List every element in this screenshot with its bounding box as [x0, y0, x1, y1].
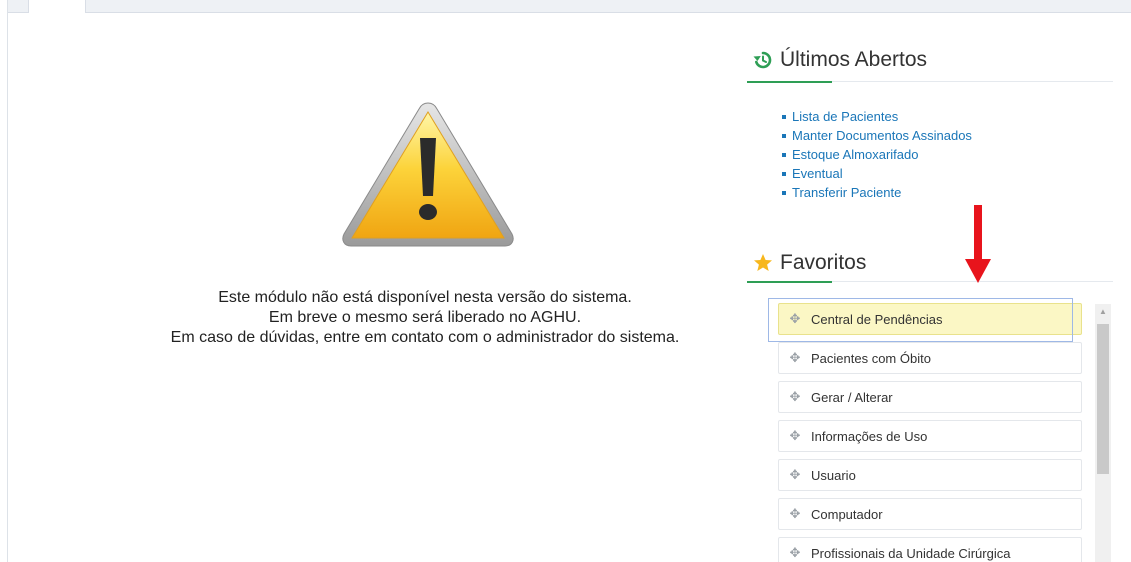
recent-divider [747, 81, 1113, 83]
favorites-scrollbar[interactable]: ▲ [1095, 304, 1111, 562]
favorite-item[interactable]: ✥ Usuario [778, 459, 1082, 491]
favorites-list[interactable]: ✥ Central de Pendências ✥ Pacientes com … [768, 298, 1118, 562]
focus-outline [768, 298, 1073, 342]
message-line-1: Este módulo não está disponível nesta ve… [218, 289, 632, 306]
drag-handle-icon[interactable]: ✥ [788, 389, 802, 404]
drag-handle-icon[interactable]: ✥ [788, 350, 802, 365]
drag-handle-icon[interactable]: ✥ [788, 545, 802, 560]
favorite-item[interactable]: ✥ Pacientes com Óbito [778, 342, 1082, 374]
recent-item[interactable]: Eventual [782, 164, 972, 183]
recent-section-title: Últimos Abertos [752, 48, 927, 72]
favorite-item-label: Informações de Uso [811, 428, 928, 444]
active-tab[interactable] [28, 0, 86, 13]
favorites-title-label: Favoritos [780, 251, 867, 274]
favorite-item-label: Gerar / Alterar [811, 389, 893, 405]
favorite-item[interactable]: ✥ Computador [778, 498, 1082, 530]
page: Este módulo não está disponível nesta ve… [0, 0, 1131, 562]
page-left-border [7, 0, 8, 562]
unavailable-message: Este módulo não está disponível nesta ve… [100, 288, 750, 348]
red-arrow-annotation [965, 205, 991, 283]
favorite-item-label: Profissionais da Unidade Cirúrgica [811, 545, 1011, 561]
favorite-item[interactable]: ✥ Profissionais da Unidade Cirúrgica [778, 537, 1082, 562]
history-icon [752, 49, 774, 71]
recent-item[interactable]: Transferir Paciente [782, 183, 972, 202]
top-tab-strip [8, 0, 1131, 13]
drag-handle-icon[interactable]: ✥ [788, 428, 802, 443]
favorite-item-label: Usuario [811, 467, 856, 483]
recent-item[interactable]: Manter Documentos Assinados [782, 126, 972, 145]
warning-icon [342, 102, 514, 247]
message-line-3: Em caso de dúvidas, entre em contato com… [170, 329, 680, 346]
favorite-item[interactable]: ✥ Gerar / Alterar [778, 381, 1082, 413]
recent-list: Lista de Pacientes Manter Documentos Ass… [782, 107, 972, 202]
recent-title-label: Últimos Abertos [780, 48, 928, 71]
message-line-2: Em breve o mesmo será liberado no AGHU. [268, 309, 582, 326]
drag-handle-icon[interactable]: ✥ [788, 506, 802, 521]
drag-handle-icon[interactable]: ✥ [788, 467, 802, 482]
recent-item[interactable]: Lista de Pacientes [782, 107, 972, 126]
star-icon [752, 252, 774, 274]
recent-item[interactable]: Estoque Almoxarifado [782, 145, 972, 164]
favorites-section-title: Favoritos [752, 251, 866, 275]
scroll-up-icon[interactable]: ▲ [1095, 304, 1111, 318]
scroll-thumb[interactable] [1097, 324, 1109, 474]
favorites-divider [747, 281, 1113, 283]
favorite-item-label: Computador [811, 506, 883, 522]
favorite-item-label: Pacientes com Óbito [811, 350, 931, 366]
favorite-item[interactable]: ✥ Informações de Uso [778, 420, 1082, 452]
